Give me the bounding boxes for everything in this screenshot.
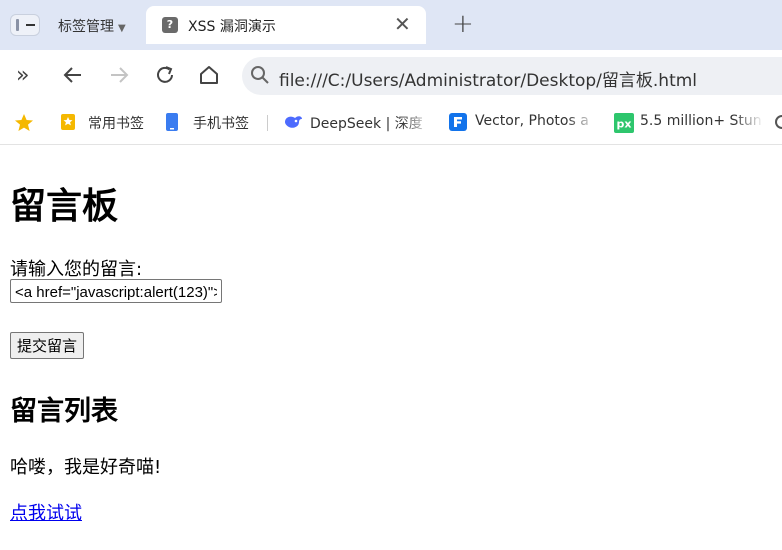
message-list-title: 留言列表: [10, 396, 118, 427]
sidebar-toggle-icon[interactable]: [10, 14, 40, 36]
address-bar[interactable]: file:///C:/Users/Administrator/Desktop/留…: [242, 57, 782, 95]
expand-icon[interactable]: »: [16, 64, 29, 88]
star-icon[interactable]: [14, 113, 33, 131]
back-icon[interactable]: [62, 64, 84, 92]
bookmarks-bar: 常用书签 手机书签 DeepSeek | 深度 Vector, Photos a…: [0, 102, 782, 145]
home-icon[interactable]: [198, 64, 220, 92]
bookmark-pixabay[interactable]: 5.5 million+ Stun: [640, 113, 764, 129]
more-bookmarks-icon[interactable]: [775, 113, 782, 131]
caret-down-icon: ▼: [118, 23, 126, 34]
tab-group-label: 标签管理: [58, 19, 114, 35]
input-label: 请输入您的留言:: [10, 259, 143, 280]
submit-button[interactable]: 提交留言: [10, 332, 85, 359]
pixabay-icon: px: [614, 113, 634, 133]
bookmark-common[interactable]: 常用书签: [88, 113, 144, 133]
mobile-icon: [166, 113, 184, 131]
message-link[interactable]: 点我试试: [10, 499, 82, 525]
message-input[interactable]: [10, 279, 222, 303]
tab-group-menu[interactable]: 标签管理 ▼: [58, 16, 126, 36]
close-icon[interactable]: ✕: [394, 12, 411, 36]
toolbar: » file:///C:/Users/Administrator/Desktop…: [0, 50, 782, 102]
freepik-icon: [449, 113, 467, 131]
deepseek-icon: [283, 113, 302, 131]
tab-active[interactable]: ? XSS 漏洞演示 ✕: [146, 6, 426, 44]
forward-icon[interactable]: [108, 64, 130, 92]
bookmark-vector[interactable]: Vector, Photos a: [475, 113, 597, 129]
url-text[interactable]: file:///C:/Users/Administrator/Desktop/留…: [279, 66, 697, 91]
new-tab-plus-icon[interactable]: +: [452, 10, 474, 38]
tab-title: XSS 漏洞演示: [188, 19, 276, 35]
svg-text:px: px: [617, 118, 632, 131]
tab-strip: 标签管理 ▼ ? XSS 漏洞演示 ✕ +: [0, 0, 782, 50]
page-title: 留言板: [10, 186, 119, 227]
reload-icon[interactable]: [154, 64, 176, 92]
favicon-icon: ?: [162, 17, 178, 33]
bookmark-separator: [267, 115, 268, 131]
bookmark-deepseek[interactable]: DeepSeek | 深度: [310, 113, 432, 133]
message-item: 哈喽，我是好奇喵!: [10, 457, 162, 478]
bookmark-mobile[interactable]: 手机书签: [193, 113, 249, 133]
bookmark-folder-icon: [60, 113, 78, 131]
search-icon: [250, 65, 270, 89]
